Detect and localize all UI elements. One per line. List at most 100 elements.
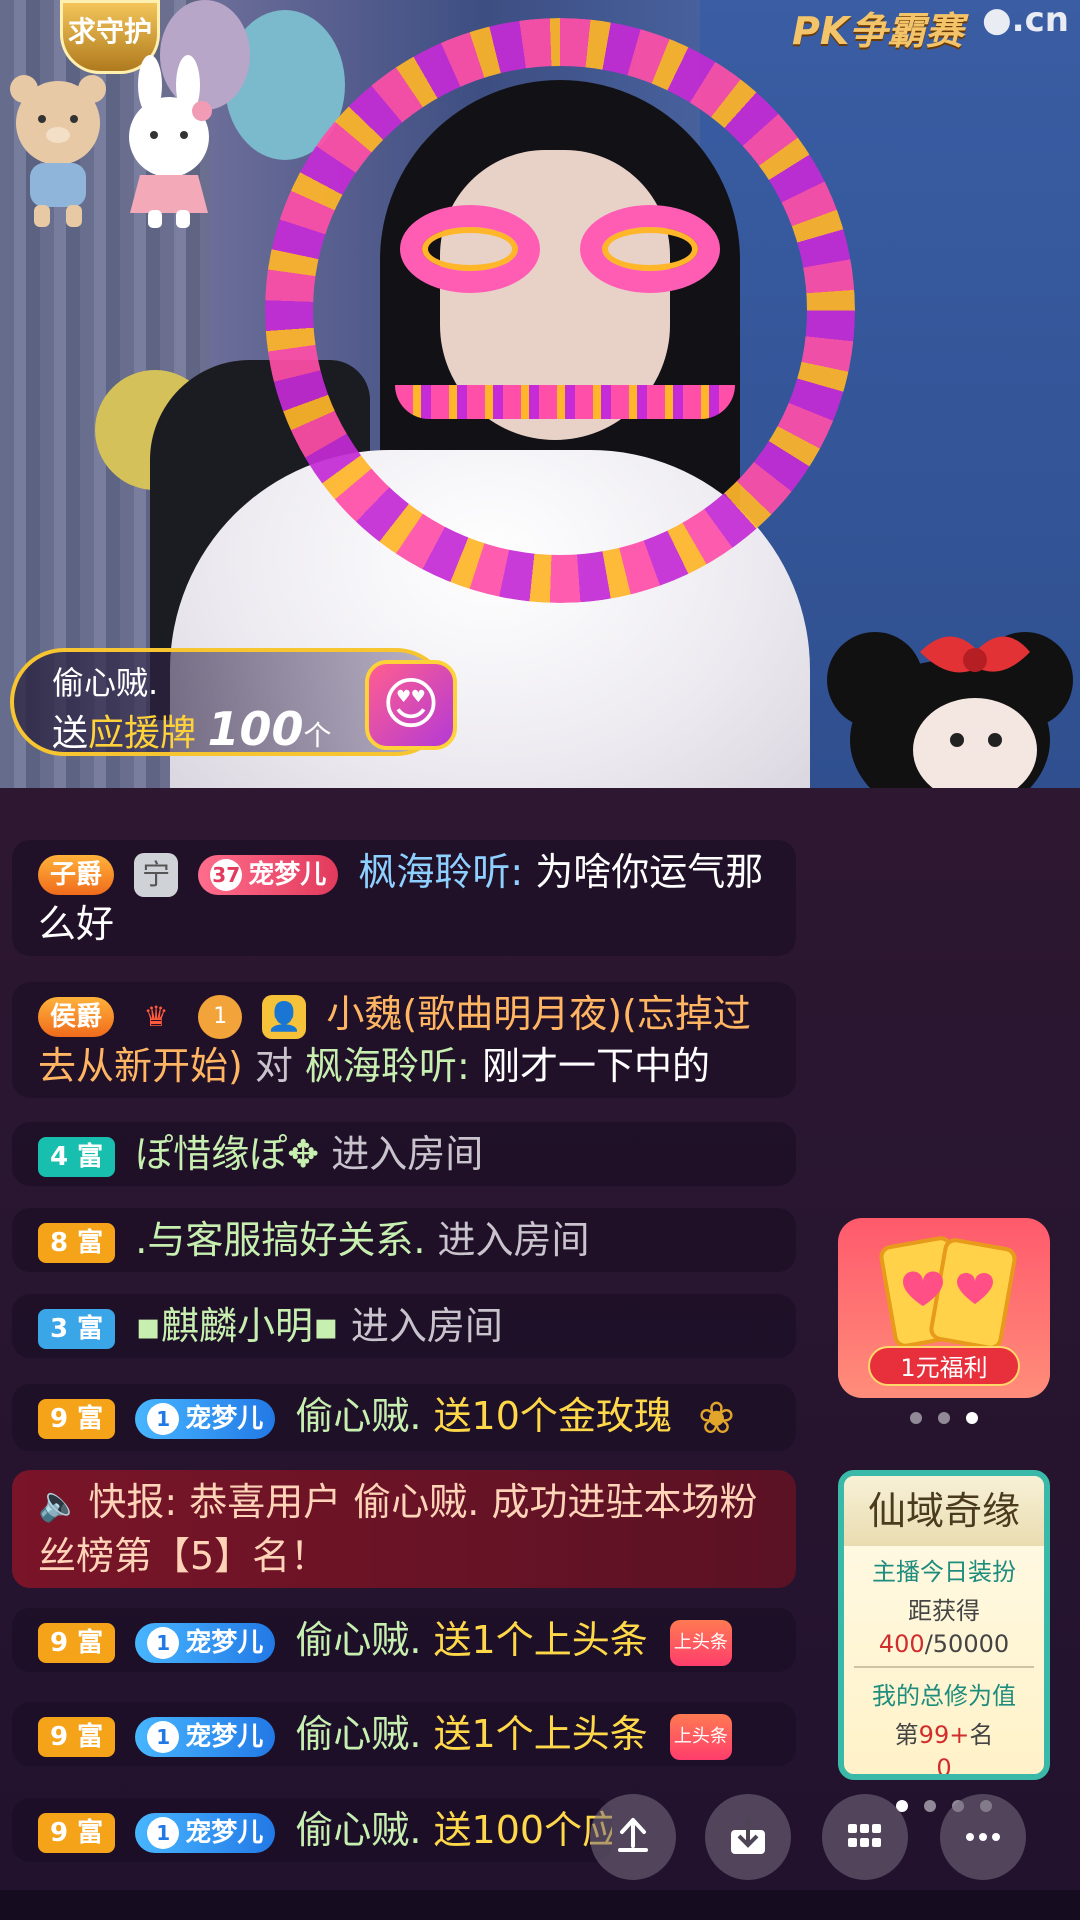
fan-name: 宠梦儿 xyxy=(185,1627,264,1658)
crown-icon: ♛ xyxy=(143,999,169,1033)
more-button[interactable] xyxy=(940,1794,1026,1880)
chat-text: 进入房间 xyxy=(350,1304,503,1348)
chat-message[interactable]: 9 富 1 宠梦儿 偷心贼. 送10个金玫瑰 ❀ xyxy=(12,1384,796,1451)
fan-badge: 1 宠梦儿 xyxy=(135,1812,276,1853)
heart-mouth xyxy=(395,385,735,419)
broadcast-message[interactable]: 🔈 快报: 恭喜用户 偷心贼. 成功进驻本场粉丝榜第【5】名！ xyxy=(12,1470,796,1588)
card-progress: 400/50000 xyxy=(844,1630,1044,1658)
progress-total: /50000 xyxy=(924,1630,1010,1658)
wealth-badge: 9 富 xyxy=(38,1716,116,1757)
fan-level: 1 xyxy=(147,1403,180,1435)
download-button[interactable] xyxy=(705,1794,791,1880)
chat-message[interactable]: 4 富 ぽ惜缘ぽ✥ 进入房间 xyxy=(12,1122,796,1186)
progress-current: 400 xyxy=(878,1630,925,1658)
chat-to: 对 xyxy=(254,1044,293,1088)
chat-username[interactable]: 枫海聆听: xyxy=(358,850,523,894)
wealth-badge: 8 富 xyxy=(38,1222,116,1263)
heart-cards-icon xyxy=(879,1236,1017,1350)
chat-text: 进入房间 xyxy=(437,1218,590,1262)
shield-level-icon: 宁 xyxy=(134,852,179,897)
pager-dot xyxy=(924,1800,936,1812)
site-logo: ●.cn xyxy=(982,0,1069,40)
rank-star-icon: 1 xyxy=(198,994,243,1039)
chat-username[interactable]: 偷心贼. xyxy=(295,1712,421,1756)
fan-name: 宠梦儿 xyxy=(185,1817,264,1848)
chat-text: 送1个上头条 xyxy=(433,1712,648,1756)
chat-username[interactable]: ぽ惜缘ぽ✥ xyxy=(135,1132,319,1176)
chat-username[interactable]: 偷心贼. xyxy=(295,1618,421,1662)
headline-gift-icon: 上头条 xyxy=(669,1619,732,1666)
card-divider xyxy=(854,1666,1034,1668)
fan-name: 宠梦儿 xyxy=(185,1721,264,1752)
pager-dot xyxy=(938,1412,950,1424)
rank-prefix: 第 xyxy=(894,1721,919,1749)
chat-message[interactable]: 8 富 .与客服搞好关系. 进入房间 xyxy=(12,1208,796,1272)
noble-badge: 侯爵 xyxy=(38,996,115,1037)
pk-logo: PK争霸赛 xyxy=(792,9,964,53)
pager-dot-active xyxy=(966,1412,978,1424)
fan-badge: 1 宠梦儿 xyxy=(135,1622,276,1663)
vip-user-icon: 👤 xyxy=(262,994,307,1039)
fan-name: 宠梦儿 xyxy=(248,859,327,890)
apps-button[interactable] xyxy=(822,1794,908,1880)
chat-message[interactable]: 9 富 1 宠梦儿 偷心贼. 送1个上头条 上头条 xyxy=(12,1608,796,1672)
chat-message[interactable]: 侯爵 ♛ 1 👤 小魏(歌曲明月夜)(忘掉过去从新开始) 对 枫海聆听: 刚才一… xyxy=(12,982,796,1098)
card-value: 0 xyxy=(936,1754,952,1780)
fan-badge: 1 宠梦儿 xyxy=(135,1398,276,1439)
chat-username[interactable]: 偷心贼. xyxy=(295,1808,421,1852)
golden-rose-icon: ❀ xyxy=(698,1392,735,1444)
gift-line: 送应援牌 100个 xyxy=(52,702,332,756)
chat-text: 送1个上头条 xyxy=(433,1618,648,1662)
chat-text: 进入房间 xyxy=(331,1132,484,1176)
card-line: 我的总修为值 xyxy=(872,1682,1016,1710)
rank-suffix: 名 xyxy=(969,1721,994,1749)
rabbit-sticker xyxy=(129,55,212,228)
chat-username[interactable]: ▪麒麟小明▪ xyxy=(135,1304,339,1348)
gift-name: 应援牌 xyxy=(88,713,197,754)
grid-icon xyxy=(848,1824,881,1847)
more-icon xyxy=(966,1833,1000,1841)
headline-gift-icon: 上头条 xyxy=(669,1713,732,1760)
wealth-badge: 9 富 xyxy=(38,1622,116,1663)
chat-message[interactable]: 9 富 1宠梦儿 偷心贼. 送100个应援牌 xyxy=(12,1798,612,1862)
chat-message[interactable]: 子爵 宁 37 宠梦儿 枫海聆听: 为啥你运气那么好 xyxy=(12,840,796,956)
fan-level: 1 xyxy=(147,1817,180,1849)
fan-level: 1 xyxy=(147,1627,180,1659)
card-title: 仙域奇缘 xyxy=(844,1476,1044,1546)
noble-badge: 子爵 xyxy=(38,854,115,895)
heart-smiley-effect xyxy=(265,18,855,603)
fan-level: 37 xyxy=(210,859,243,891)
rank-value: 99+ xyxy=(918,1721,970,1749)
welfare-label: 1元福利 xyxy=(868,1346,1020,1386)
bear-sticker xyxy=(10,75,106,227)
download-icon xyxy=(731,1818,765,1854)
speaker-icon: 🔈 xyxy=(38,1484,81,1524)
share-button[interactable] xyxy=(590,1794,676,1880)
gift-unit: 个 xyxy=(303,719,332,752)
chat-message[interactable]: 3 富 ▪麒麟小明▪ 进入房间 xyxy=(12,1294,796,1358)
chat-text: 送100个应援牌 xyxy=(433,1808,612,1852)
chat-text: 刚才一下中的 xyxy=(481,1044,710,1088)
chat-username[interactable]: 偷心贼. xyxy=(295,1394,421,1438)
card-rank: 第99+名 xyxy=(844,1715,1044,1750)
heart-eye-left xyxy=(400,205,540,293)
wealth-badge: 9 富 xyxy=(38,1812,116,1853)
fan-badge: 37 宠梦儿 xyxy=(198,854,339,895)
share-icon xyxy=(618,1818,648,1852)
chat-message[interactable]: 9 富 1 宠梦儿 偷心贼. 送1个上头条 上头条 xyxy=(12,1702,796,1766)
wealth-badge: 4 富 xyxy=(38,1136,116,1177)
fan-name: 宠梦儿 xyxy=(185,1403,264,1434)
welfare-promo[interactable]: 1元福利 xyxy=(838,1218,1050,1398)
wealth-badge: 3 富 xyxy=(38,1308,116,1349)
heart-eyes-gift-icon: 😍 xyxy=(365,660,457,750)
heart-eye-right xyxy=(580,205,720,293)
promo-pager xyxy=(910,1412,978,1424)
chat-target-user[interactable]: 枫海聆听: xyxy=(305,1044,470,1088)
wealth-badge: 9 富 xyxy=(38,1398,116,1439)
bottom-bar xyxy=(0,1890,1080,1920)
card-line: 主播今日装扮 xyxy=(872,1558,1016,1586)
chat-username[interactable]: .与客服搞好关系. xyxy=(135,1218,425,1262)
broadcast-text: 快报: 恭喜用户 偷心贼. 成功进驻本场粉丝榜第【5】名！ xyxy=(38,1480,758,1578)
gift-verb: 送 xyxy=(52,713,89,754)
anchor-dressup-card[interactable]: 仙域奇缘 主播今日装扮 距获得 400/50000 我的总修为值 第99+名 0 xyxy=(838,1470,1050,1780)
